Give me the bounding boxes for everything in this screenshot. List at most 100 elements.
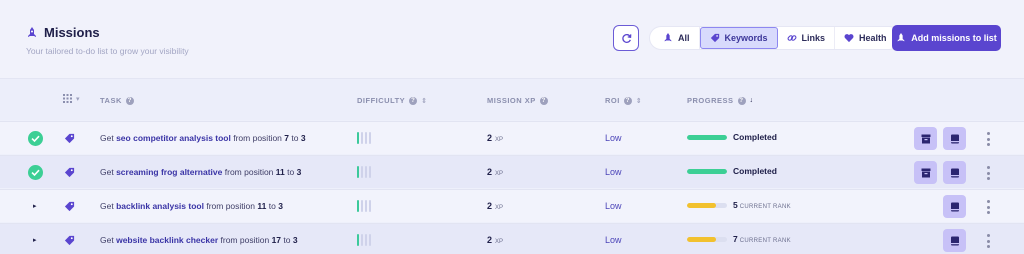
add-missions-button[interactable]: Add missions to list: [892, 25, 1001, 51]
difficulty-bar: [357, 132, 359, 144]
difficulty-bar: [369, 166, 371, 178]
xp-unit: XP: [495, 171, 504, 177]
rank-value: 5: [733, 200, 738, 210]
task-prefix: Get: [100, 167, 114, 177]
filter-keywords[interactable]: Keywords: [699, 27, 778, 49]
task-keyword-link[interactable]: website backlink checker: [116, 235, 218, 245]
more-options-icon[interactable]: [985, 233, 991, 249]
sort-icon[interactable]: ⇕: [421, 97, 427, 105]
guide-button[interactable]: [943, 161, 966, 184]
link-icon: [787, 35, 796, 41]
filter-all[interactable]: All: [654, 27, 700, 49]
filter-health[interactable]: Health: [835, 27, 896, 49]
column-settings-icon[interactable]: ▾: [63, 94, 80, 103]
task-description: Get website backlink checker from positi…: [100, 235, 298, 245]
check-circle-icon: [28, 165, 43, 180]
task-to-word: to: [291, 133, 299, 143]
help-icon[interactable]: ?: [539, 96, 548, 105]
tag-icon: [64, 235, 75, 246]
archive-button[interactable]: [914, 127, 937, 150]
difficulty-bar: [357, 234, 359, 246]
xp-value: 2: [487, 167, 493, 177]
task-keyword-link[interactable]: seo competitor analysis tool: [116, 133, 231, 143]
mission-xp: 2 XP: [487, 201, 503, 211]
sort-icon[interactable]: ⇕: [636, 97, 642, 105]
task-to-position: 3: [278, 201, 283, 211]
guide-button[interactable]: [943, 229, 966, 252]
archive-button[interactable]: [914, 161, 937, 184]
difficulty-bar: [369, 234, 371, 246]
filter-all-label: All: [678, 33, 690, 43]
task-keyword-link[interactable]: backlink analysis tool: [116, 201, 204, 211]
filter-links[interactable]: Links: [778, 27, 836, 49]
help-icon[interactable]: ?: [737, 96, 746, 105]
task-description: Get backlink analysis tool from position…: [100, 201, 283, 211]
more-options-icon[interactable]: [985, 165, 991, 181]
xp-value: 2: [487, 201, 493, 211]
table-row[interactable]: Get seo competitor analysis tool from po…: [0, 121, 1024, 154]
column-task: TASK ?: [100, 96, 134, 105]
task-mid: from position: [206, 201, 255, 211]
archive-icon: [921, 134, 930, 143]
column-roi[interactable]: ROI ? ⇕: [605, 96, 642, 105]
task-keyword-link[interactable]: screaming frog alternative: [116, 167, 222, 177]
table-row[interactable]: Get screaming frog alternative from posi…: [0, 155, 1024, 188]
expand-caret-icon[interactable]: ▸: [33, 236, 39, 244]
progress-label: Completed: [733, 166, 777, 176]
progress-bar: [687, 168, 727, 174]
chevron-down-icon: ▾: [76, 95, 81, 103]
difficulty-bar: [369, 200, 371, 212]
xp-value: 2: [487, 235, 493, 245]
guide-button[interactable]: [943, 127, 966, 150]
column-progress[interactable]: PROGRESS ? ↓: [687, 96, 754, 105]
column-task-label: TASK: [100, 96, 122, 105]
filter-keywords-label: Keywords: [724, 33, 768, 43]
progress-bar: [687, 236, 727, 242]
task-prefix: Get: [100, 235, 114, 245]
difficulty-bar: [365, 166, 367, 178]
difficulty-bar: [361, 200, 363, 212]
difficulty-bar: [357, 200, 359, 212]
progress-cell: 7 CURRENT RANK: [687, 234, 791, 244]
task-description: Get screaming frog alternative from posi…: [100, 167, 301, 177]
progress-cell: Completed: [687, 166, 777, 176]
table-row[interactable]: ▸ Get backlink analysis tool from positi…: [0, 189, 1024, 222]
help-icon[interactable]: ?: [409, 96, 418, 105]
more-options-icon[interactable]: [985, 131, 991, 147]
table-header: ▾ TASK ? DIFFICULTY ? ⇕ MISSION XP ? ROI…: [0, 78, 1024, 120]
difficulty-bar: [365, 200, 367, 212]
task-to-word: to: [287, 167, 295, 177]
task-from-position: 11: [257, 201, 267, 211]
task-to-position: 3: [300, 133, 306, 143]
roi-value: Low: [605, 201, 622, 211]
sort-desc-icon[interactable]: ↓: [750, 97, 754, 104]
task-to-word: to: [268, 201, 276, 211]
task-mid: from position: [220, 235, 270, 245]
progress-bar: [687, 202, 727, 208]
difficulty-bar: [369, 132, 371, 144]
column-roi-label: ROI: [605, 96, 620, 105]
difficulty-bar: [365, 234, 367, 246]
rocket-icon: [28, 26, 36, 37]
guide-button[interactable]: [943, 195, 966, 218]
difficulty-bar: [365, 132, 367, 144]
refresh-icon: [621, 33, 631, 43]
xp-value: 2: [487, 133, 493, 143]
more-options-icon[interactable]: [985, 199, 991, 215]
filter-links-label: Links: [801, 33, 826, 43]
expand-caret-icon[interactable]: ▸: [33, 202, 39, 210]
column-difficulty[interactable]: DIFFICULTY ? ⇕: [357, 96, 428, 105]
help-icon[interactable]: ?: [623, 96, 632, 105]
mission-xp: 2 XP: [487, 133, 503, 143]
progress-fill: [687, 134, 727, 140]
progress-fill: [687, 236, 716, 242]
tag-icon: [64, 133, 75, 144]
refresh-button[interactable]: [613, 25, 639, 51]
difficulty-bar: [361, 234, 363, 246]
missions-header: Missions Your tailored to-do list to gro…: [0, 0, 1024, 78]
help-icon[interactable]: ?: [125, 96, 134, 105]
task-prefix: Get: [100, 201, 114, 211]
table-row[interactable]: ▸ Get website backlink checker from posi…: [0, 223, 1024, 254]
current-rank: 7 CURRENT RANK: [733, 234, 791, 244]
rank-value: 7: [733, 234, 738, 244]
